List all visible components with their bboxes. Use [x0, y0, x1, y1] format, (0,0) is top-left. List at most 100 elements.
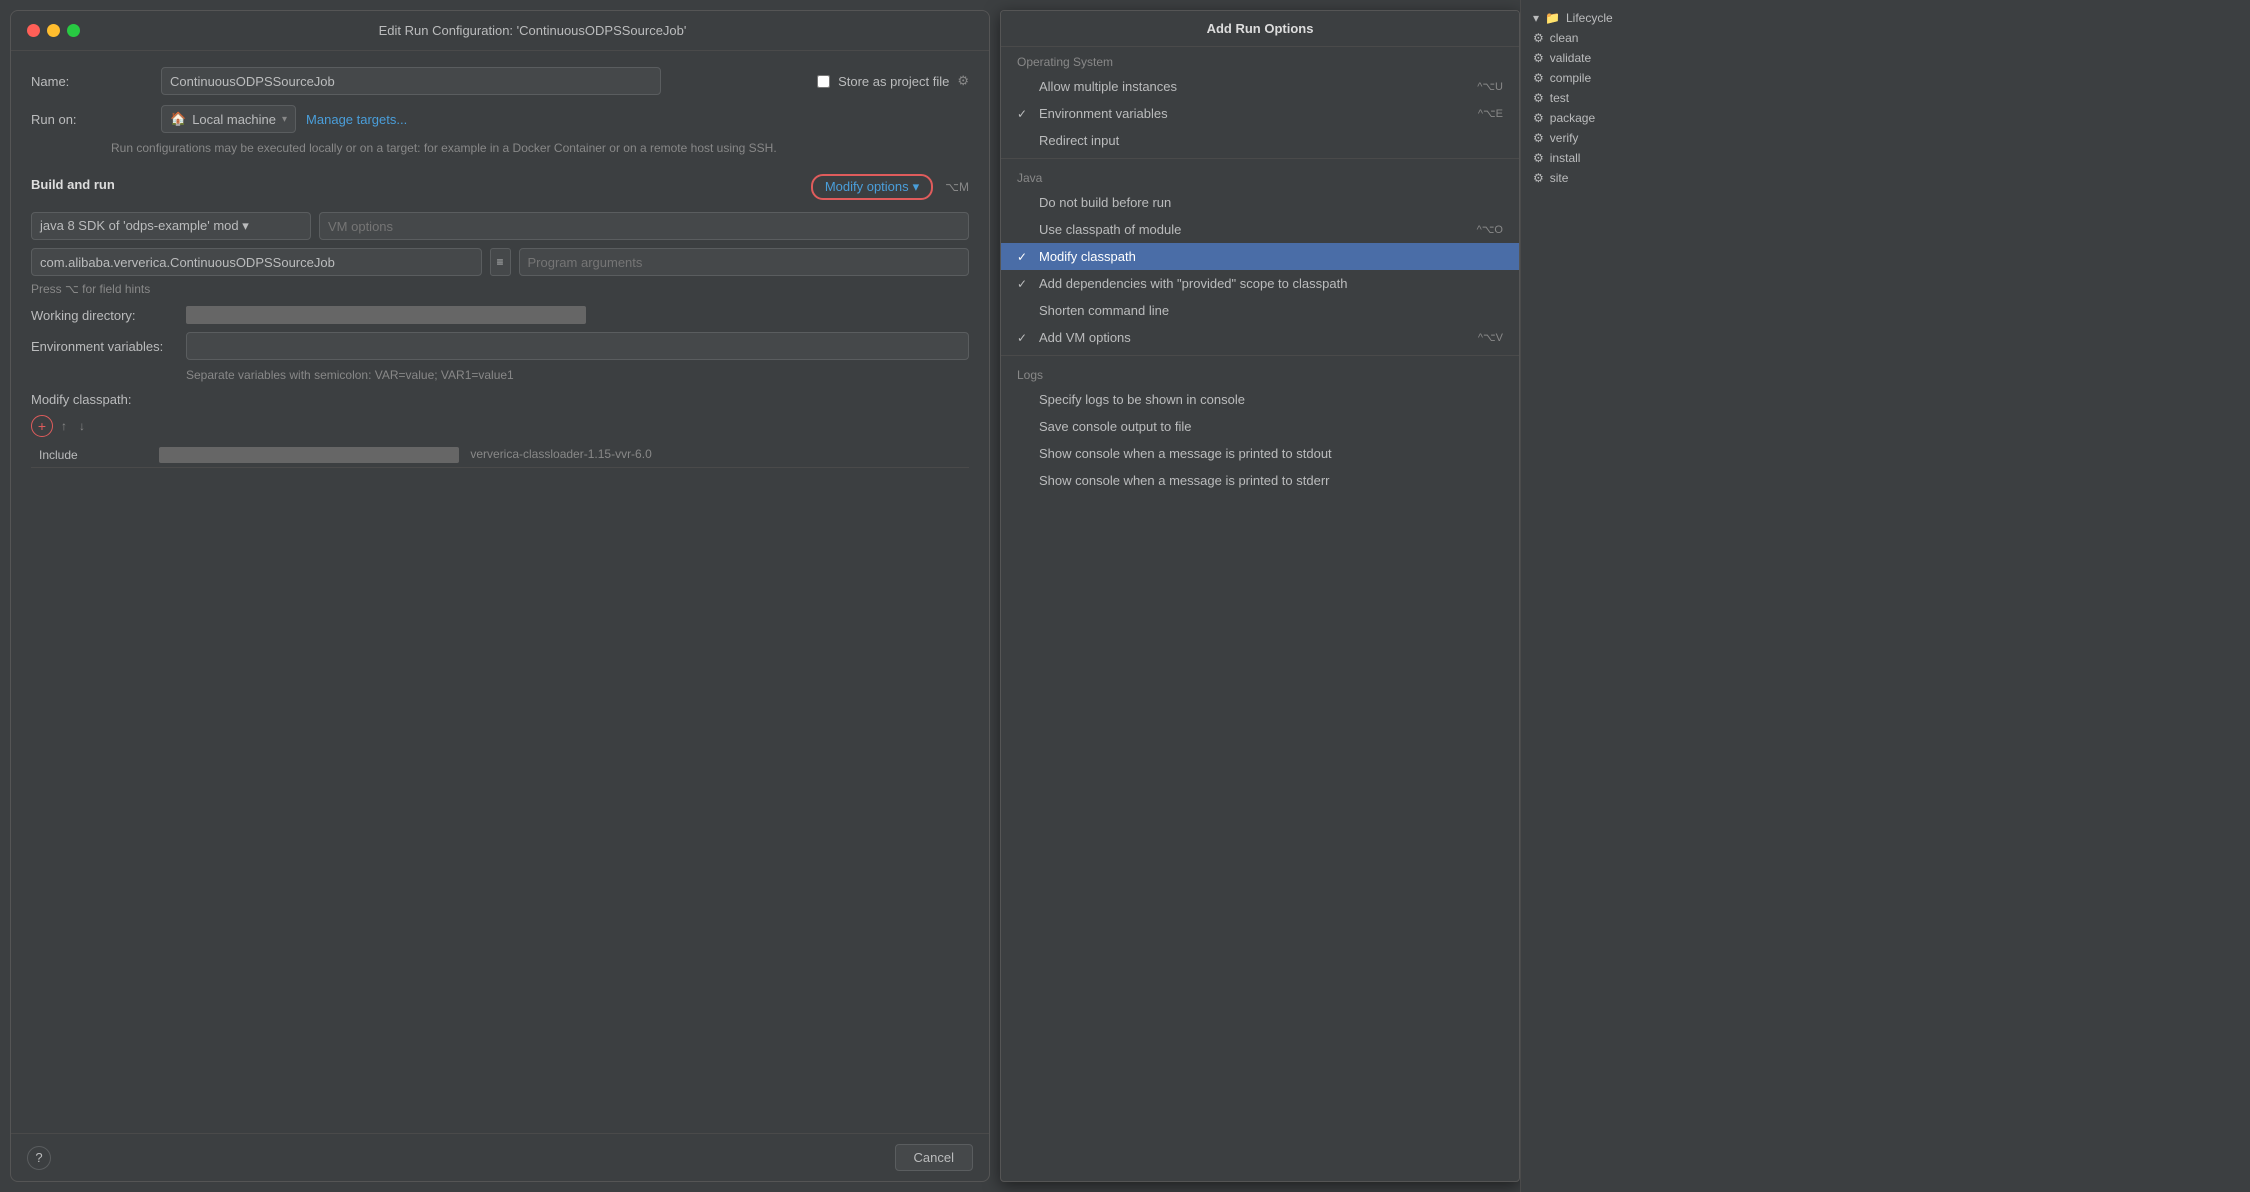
classpath-file-name: ververica-classloader-1.15-vvr-6.0: [470, 447, 651, 461]
redirect-input-label: Redirect input: [1039, 133, 1495, 148]
move-down-button[interactable]: ↓: [75, 415, 89, 437]
show-console-stdout-item[interactable]: Show console when a message is printed t…: [1001, 440, 1519, 467]
home-icon: 🏠: [170, 111, 186, 127]
add-vm-label: Add VM options: [1039, 330, 1470, 345]
window-controls: [27, 24, 80, 37]
save-console-output-item[interactable]: Save console output to file: [1001, 413, 1519, 440]
use-classpath-label: Use classpath of module: [1039, 222, 1469, 237]
name-row: Name: Store as project file ⚙: [31, 67, 969, 95]
specify-logs-item[interactable]: Specify logs to be shown in console: [1001, 386, 1519, 413]
press-alt-hint: Press ⌥ for field hints: [31, 282, 969, 296]
show-console-stderr-item[interactable]: Show console when a message is printed t…: [1001, 467, 1519, 494]
build-and-run-header: Build and run: [31, 177, 115, 192]
env-vars-input[interactable]: [186, 332, 969, 360]
chevron-down-icon: ▾: [282, 114, 287, 125]
name-right: Store as project file ⚙: [817, 73, 969, 89]
lifecycle-label: Lifecycle: [1566, 11, 1613, 25]
add-classpath-button[interactable]: +: [31, 415, 53, 437]
gear-icon: ⚙: [1533, 131, 1544, 145]
gear-icon: ⚙: [1533, 51, 1544, 65]
sdk-dropdown[interactable]: java 8 SDK of 'odps-example' mod ▾: [31, 212, 311, 240]
add-run-options-panel: Add Run Options Operating System Allow m…: [1000, 10, 1520, 1182]
sidebar-item-site[interactable]: ⚙ site: [1521, 168, 1740, 188]
vm-options-input[interactable]: [319, 212, 969, 240]
sidebar-item-verify[interactable]: ⚙ verify: [1521, 128, 1740, 148]
install-label: install: [1550, 151, 1581, 165]
local-machine-text: Local machine: [192, 112, 276, 127]
manage-targets-link[interactable]: Manage targets...: [306, 112, 407, 127]
modify-options-button[interactable]: Modify options ▾: [811, 174, 933, 200]
run-hint: Run configurations may be executed local…: [111, 139, 969, 157]
sidebar-item-clean[interactable]: ⚙ clean: [1521, 28, 1740, 48]
env-variables-label: Environment variables: [1039, 106, 1470, 121]
test-label: test: [1550, 91, 1569, 105]
env-variables-item[interactable]: ✓ Environment variables ^⌥E: [1001, 100, 1519, 127]
cancel-button[interactable]: Cancel: [895, 1144, 973, 1171]
env-variables-check: ✓: [1017, 107, 1031, 121]
env-vars-label: Environment variables:: [31, 339, 176, 354]
shorten-command-line-item[interactable]: Shorten command line: [1001, 297, 1519, 324]
class-row: ≡: [31, 248, 969, 276]
divider-1: [1001, 158, 1519, 159]
gear-icon: ⚙: [1533, 151, 1544, 165]
site-label: site: [1550, 171, 1569, 185]
chevron-down-icon: ▾: [913, 179, 920, 195]
sdk-row: java 8 SDK of 'odps-example' mod ▾: [31, 212, 969, 240]
move-up-button[interactable]: ↑: [57, 415, 71, 437]
sidebar-item-compile[interactable]: ⚙ compile: [1521, 68, 1740, 88]
program-args-input[interactable]: [519, 248, 970, 276]
redirect-input-item[interactable]: Redirect input: [1001, 127, 1519, 154]
env-variables-shortcut: ^⌥E: [1478, 107, 1503, 120]
lifecycle-panel: ▾ 📁 Lifecycle ⚙ clean ⚙ validate ⚙ compi…: [1520, 0, 1740, 1192]
class-browse-button[interactable]: ≡: [490, 248, 511, 276]
modify-options-shortcut: ⌥M: [945, 180, 969, 194]
do-not-build-item[interactable]: Do not build before run: [1001, 189, 1519, 216]
dialog-title-bar: Edit Run Configuration: 'ContinuousODPSS…: [11, 11, 989, 51]
sidebar-item-package[interactable]: ⚙ package: [1521, 108, 1740, 128]
working-dir-row: Working directory:: [31, 306, 969, 324]
logs-section-header: Logs: [1001, 360, 1519, 386]
modify-classpath-label: Modify classpath: [1039, 249, 1495, 264]
dialog-footer: ? Cancel: [11, 1133, 989, 1181]
sidebar-item-install[interactable]: ⚙ install: [1521, 148, 1740, 168]
classpath-toolbar: + ↑ ↓: [31, 415, 969, 437]
allow-multiple-label: Allow multiple instances: [1039, 79, 1469, 94]
allow-multiple-instances-item[interactable]: Allow multiple instances ^⌥U: [1001, 73, 1519, 100]
run-on-label: Run on:: [31, 112, 151, 127]
sidebar-item-test[interactable]: ⚙ test: [1521, 88, 1740, 108]
add-dependencies-check: ✓: [1017, 277, 1031, 291]
table-row: Include ververica-classloader-1.15-vvr-6…: [31, 443, 969, 468]
chevron-down-icon: ▾: [1533, 11, 1539, 25]
verify-label: verify: [1550, 131, 1579, 145]
close-button[interactable]: [27, 24, 40, 37]
gear-icon: ⚙: [1533, 31, 1544, 45]
maximize-button[interactable]: [67, 24, 80, 37]
add-vm-options-item[interactable]: ✓ Add VM options ^⌥V: [1001, 324, 1519, 351]
add-dependencies-item[interactable]: ✓ Add dependencies with "provided" scope…: [1001, 270, 1519, 297]
save-console-label: Save console output to file: [1039, 419, 1495, 434]
package-label: package: [1550, 111, 1595, 125]
specify-logs-label: Specify logs to be shown in console: [1039, 392, 1495, 407]
gear-icon: ⚙: [1533, 71, 1544, 85]
local-machine-dropdown[interactable]: 🏠 Local machine ▾: [161, 105, 296, 133]
class-input[interactable]: [31, 248, 482, 276]
use-classpath-shortcut: ^⌥O: [1477, 223, 1503, 236]
store-as-project-checkbox[interactable]: [817, 75, 830, 88]
env-vars-row: Environment variables:: [31, 332, 969, 360]
use-classpath-module-item[interactable]: Use classpath of module ^⌥O: [1001, 216, 1519, 243]
modify-classpath-item[interactable]: ✓ Modify classpath: [1001, 243, 1519, 270]
gear-icon: ⚙: [1533, 91, 1544, 105]
working-dir-value: [186, 306, 586, 324]
sidebar-item-validate[interactable]: ⚙ validate: [1521, 48, 1740, 68]
name-label: Name:: [31, 74, 151, 89]
name-input[interactable]: [161, 67, 661, 95]
include-col: Include: [31, 443, 151, 468]
edit-run-configuration-dialog: Edit Run Configuration: 'ContinuousODPSS…: [10, 10, 990, 1182]
allow-multiple-shortcut: ^⌥U: [1477, 80, 1503, 93]
gear-icon: ⚙: [957, 73, 969, 89]
gear-icon: ⚙: [1533, 111, 1544, 125]
minimize-button[interactable]: [47, 24, 60, 37]
sdk-value-text: java 8 SDK of 'odps-example' mod ▾: [40, 218, 249, 234]
help-button[interactable]: ?: [27, 1146, 51, 1170]
lifecycle-header: ▾ 📁 Lifecycle: [1521, 8, 1740, 28]
